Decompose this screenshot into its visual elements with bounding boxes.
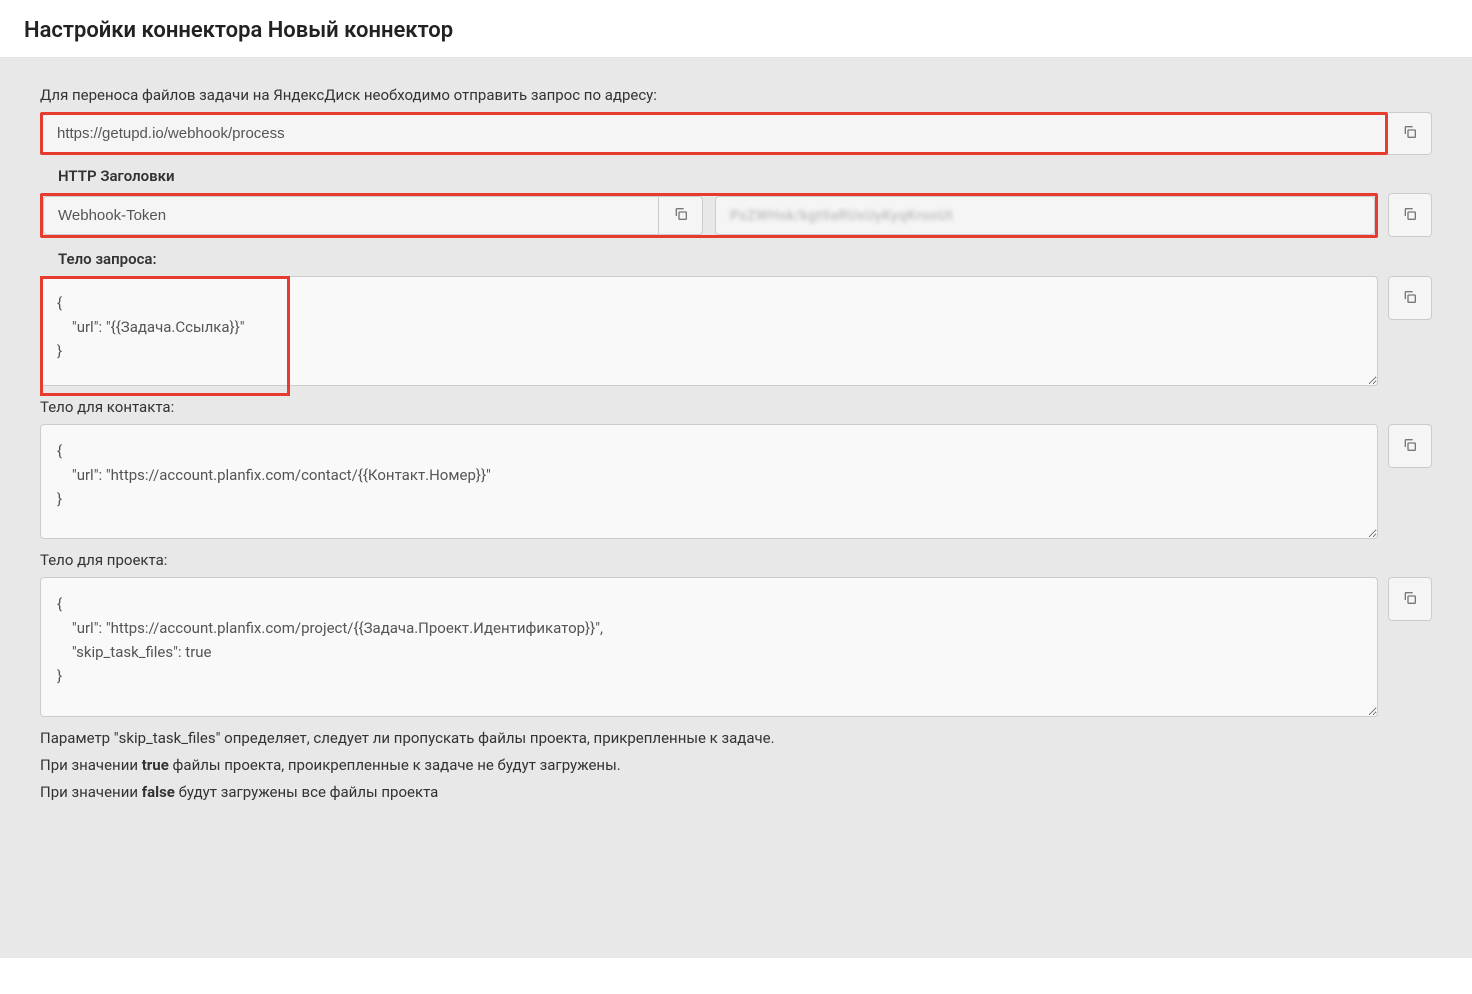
intro-text: Для переноса файлов задачи на ЯндексДиск… [40,86,1432,104]
copy-url-button[interactable] [1388,112,1432,155]
body-label: Тело запроса: [40,250,1432,268]
project-body-label: Тело для проекта: [40,551,1432,569]
copy-icon [1402,124,1418,143]
body-textarea[interactable] [40,276,1378,386]
headers-label: HTTP Заголовки [40,167,1432,185]
contact-body-label: Тело для контакта: [40,398,1432,416]
copy-header-value-button[interactable] [1388,193,1432,237]
page-title: Настройки коннектора Новый коннектор [0,0,1472,58]
note-line-1: Параметр "skip_task_files" определяет, с… [40,725,1432,752]
contact-body-textarea[interactable] [40,424,1378,539]
content-panel: Для переноса файлов задачи на ЯндексДиск… [0,58,1472,958]
headers-highlight [40,193,1378,238]
header-value-input[interactable] [715,196,1375,235]
note-line-3: При значении false будут загружены все ф… [40,779,1432,806]
copy-icon [1402,206,1418,225]
copy-icon [673,206,689,225]
project-body-textarea[interactable] [40,577,1378,717]
copy-body-button[interactable] [1388,276,1432,320]
copy-icon [1402,437,1418,456]
copy-icon [1402,289,1418,308]
note-line-2: При значении true файлы проекта, проикре… [40,752,1432,779]
notes-block: Параметр "skip_task_files" определяет, с… [40,725,1432,806]
copy-icon [1402,590,1418,609]
webhook-url-input[interactable] [40,112,1388,155]
copy-header-name-button[interactable] [659,196,703,235]
copy-project-body-button[interactable] [1388,577,1432,621]
copy-contact-body-button[interactable] [1388,424,1432,468]
header-name-input[interactable] [43,196,659,235]
